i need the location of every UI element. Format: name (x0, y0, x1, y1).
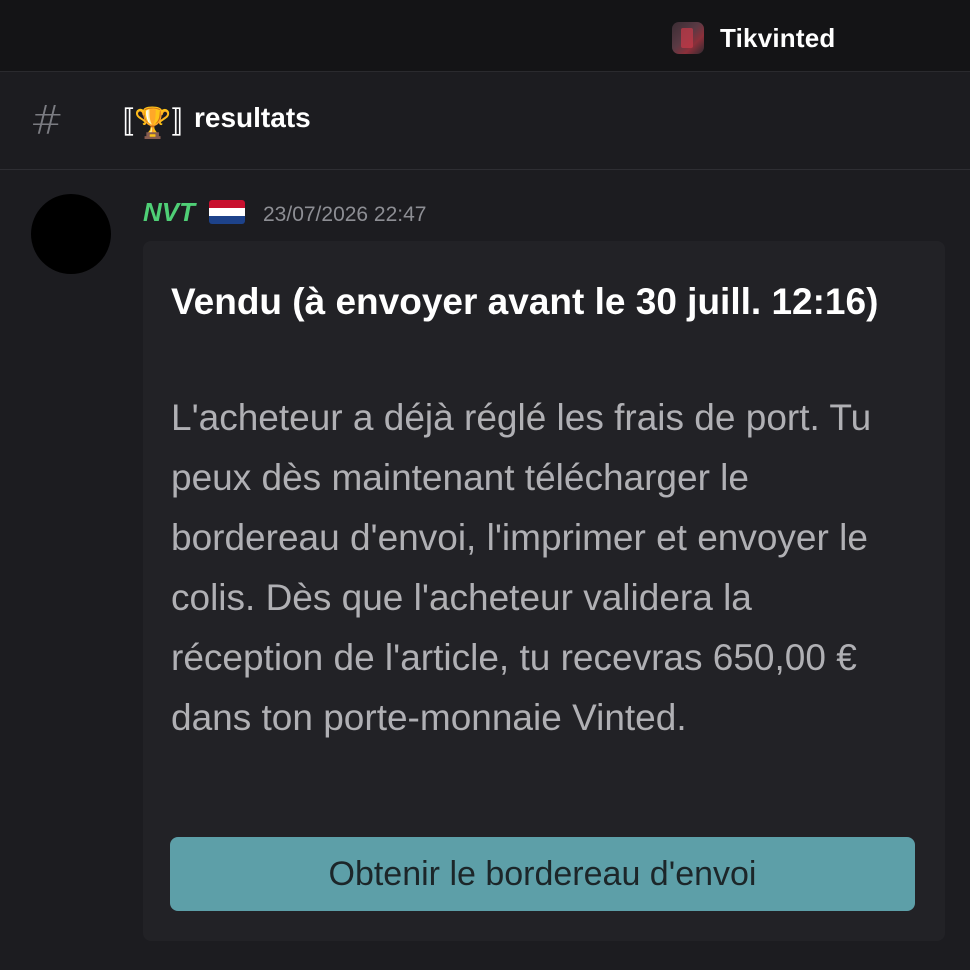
embed-description: L'acheteur a déjà réglé les frais de por… (171, 397, 872, 738)
server-name[interactable]: Tikvinted (720, 23, 835, 54)
message-list: NVT 23/07/2026 22:47 Vendu (à envoyer av… (0, 171, 970, 970)
top-bar: Tikvinted (0, 0, 970, 72)
avatar[interactable] (31, 194, 111, 274)
author-name[interactable]: NVT (143, 197, 195, 228)
channel-name[interactable]: resultats (194, 102, 311, 134)
message-timestamp: 23/07/2026 22:47 (263, 203, 427, 226)
server-header[interactable]: Tikvinted (672, 22, 835, 54)
netherlands-flag-icon (209, 200, 245, 224)
hash-icon: # (30, 98, 64, 144)
channel-decoration: 〚🏆〛 (104, 98, 201, 142)
trophy-icon: 🏆 (134, 106, 172, 141)
server-icon[interactable] (672, 22, 704, 54)
channel-header: # 〚🏆〛 resultats (0, 72, 970, 170)
message-embed: Vendu (à envoyer avant le 30 juill. 12:1… (143, 241, 945, 941)
embed-title: Vendu (à envoyer avant le 30 juill. 12:1… (171, 281, 879, 322)
get-shipping-label-button[interactable]: Obtenir le bordereau d'envoi (170, 837, 915, 911)
bracket-left: 〚 (104, 106, 134, 141)
